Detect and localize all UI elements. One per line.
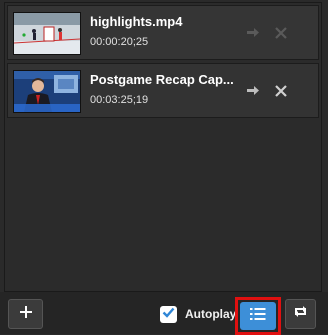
playlist-toolbar: Autoplay [0, 292, 328, 335]
close-icon[interactable] [272, 82, 290, 100]
repeat-icon [293, 305, 308, 323]
autoplay-checkbox[interactable] [160, 305, 177, 323]
playlist-panel: highlights.mp4 00:00:20;25 Postgame Reca… [4, 2, 322, 292]
share-arrow-icon[interactable] [244, 82, 262, 100]
item-duration: 00:00:20;25 [90, 36, 149, 48]
checkmark-icon [162, 305, 175, 323]
item-duration: 00:03:25;19 [90, 94, 149, 106]
plus-icon [19, 305, 33, 324]
playlist-item[interactable]: highlights.mp4 00:00:20;25 [7, 5, 319, 60]
add-item-button[interactable] [8, 299, 43, 329]
item-title: highlights.mp4 [90, 14, 183, 29]
autoplay-label: Autoplay [185, 307, 237, 321]
playlist-item[interactable]: Postgame Recap Cap... 00:03:25;19 [7, 63, 319, 118]
video-thumbnail [13, 70, 81, 113]
share-arrow-icon[interactable] [244, 24, 262, 42]
autoplay-toggle[interactable]: Autoplay [160, 304, 236, 324]
playlist-view-button[interactable] [240, 302, 276, 330]
item-title: Postgame Recap Cap... [90, 72, 234, 87]
list-icon [250, 307, 266, 326]
video-thumbnail [13, 12, 81, 55]
close-icon[interactable] [272, 24, 290, 42]
loop-button[interactable] [285, 299, 316, 329]
